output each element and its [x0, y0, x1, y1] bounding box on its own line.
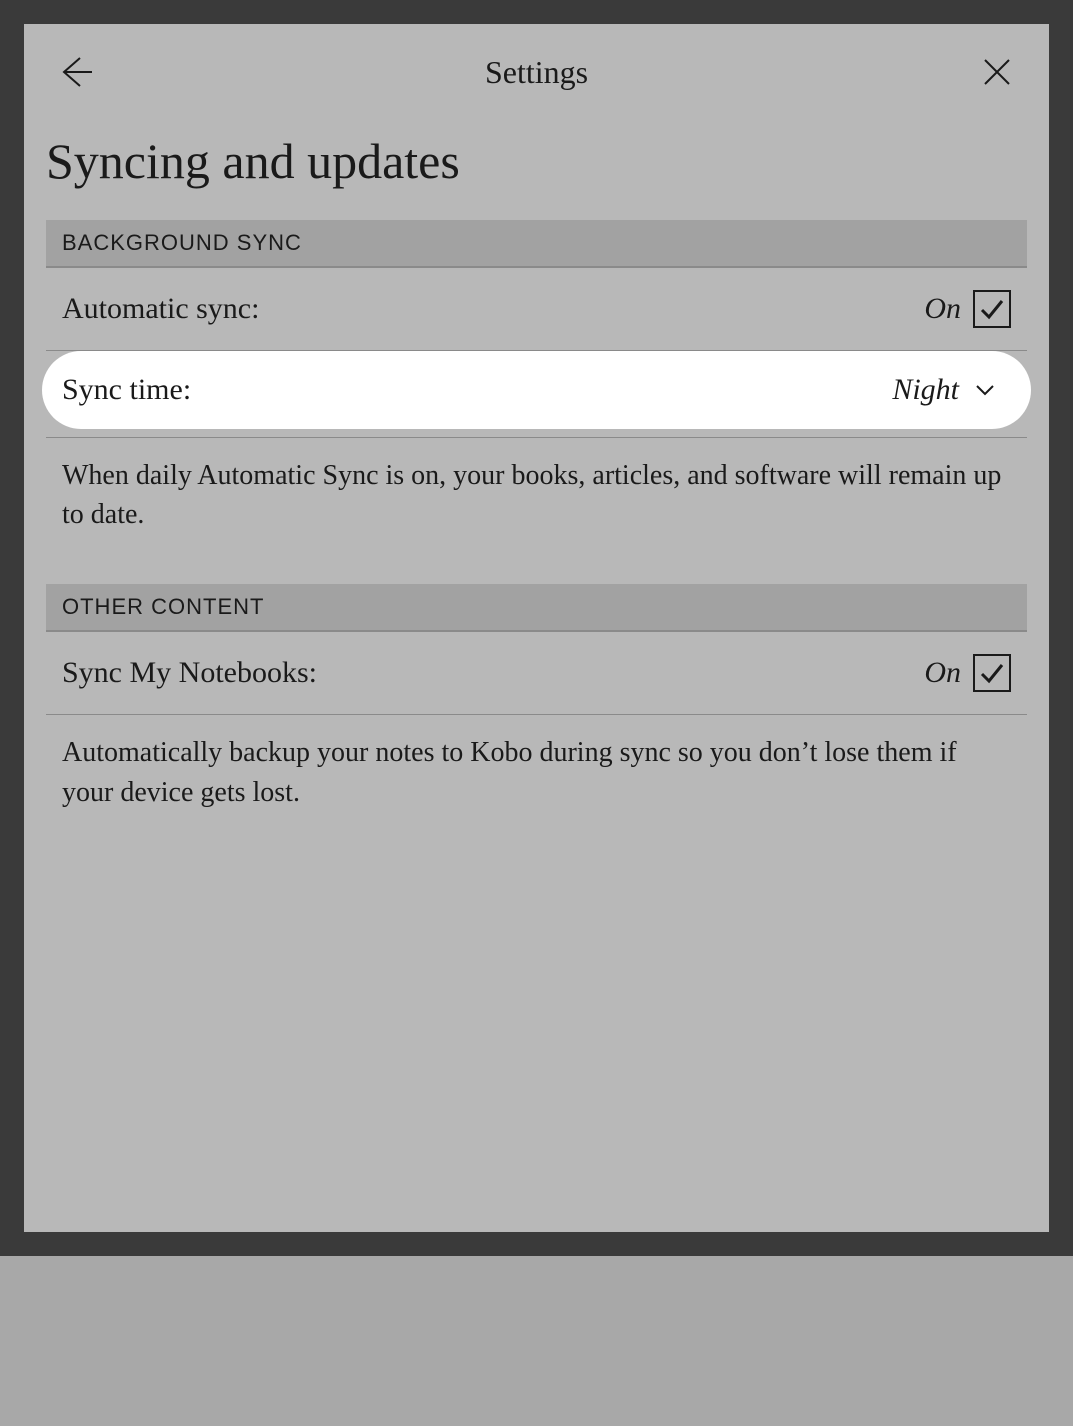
sync-time-value-container: Night [892, 373, 999, 407]
background-sync-description: When daily Automatic Sync is on, your bo… [46, 438, 1027, 584]
other-content-description: Automatically backup your notes to Kobo … [46, 715, 1027, 861]
outer-frame: Settings Syncing and updates BACKGROUND … [0, 0, 1073, 1256]
close-icon[interactable] [977, 52, 1017, 92]
section-header-background-sync: BACKGROUND SYNC [46, 220, 1027, 268]
section-header-other-content: OTHER CONTENT [46, 584, 1027, 632]
setting-row-sync-notebooks[interactable]: Sync My Notebooks: On [46, 632, 1027, 715]
chevron-down-icon[interactable] [971, 376, 999, 404]
sync-notebooks-value: On [924, 656, 961, 690]
automatic-sync-value: On [924, 292, 961, 326]
sync-notebooks-checkbox[interactable] [973, 654, 1011, 692]
sync-notebooks-label: Sync My Notebooks: [62, 656, 317, 690]
header-title: Settings [485, 54, 588, 91]
setting-row-automatic-sync[interactable]: Automatic sync: On [46, 268, 1027, 351]
settings-screen: Settings Syncing and updates BACKGROUND … [24, 24, 1049, 1232]
back-icon[interactable] [56, 52, 96, 92]
page-title: Syncing and updates [46, 112, 1027, 220]
sync-notebooks-value-container: On [924, 654, 1011, 692]
sync-time-value: Night [892, 373, 959, 407]
automatic-sync-value-container: On [924, 290, 1011, 328]
header-bar: Settings [24, 24, 1049, 112]
setting-row-sync-time[interactable]: Sync time: Night [42, 351, 1031, 429]
content-area: Syncing and updates BACKGROUND SYNC Auto… [24, 112, 1049, 862]
automatic-sync-label: Automatic sync: [62, 292, 259, 326]
sync-time-label: Sync time: [62, 373, 191, 407]
automatic-sync-checkbox[interactable] [973, 290, 1011, 328]
